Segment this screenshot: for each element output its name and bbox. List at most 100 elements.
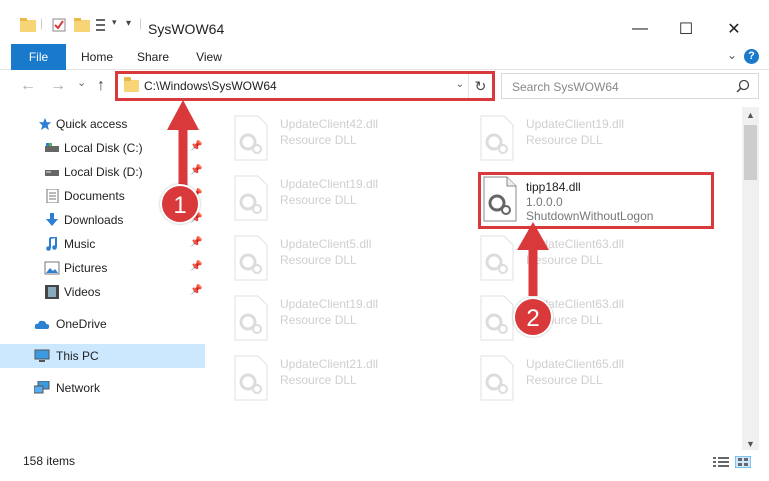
file-name: UpdateClient19.dll bbox=[526, 117, 625, 131]
search-icon[interactable] bbox=[736, 79, 750, 93]
file-name: UpdateClient21.dll bbox=[280, 357, 379, 371]
dll-file-icon bbox=[480, 235, 514, 281]
search-input[interactable]: Search SysWOW64 bbox=[512, 80, 619, 94]
file-item[interactable]: UpdateClient5.dll Resource DLL bbox=[222, 229, 458, 289]
minimize-button[interactable]: — bbox=[617, 14, 663, 44]
up-button[interactable]: ↑ bbox=[97, 77, 105, 95]
help-icon[interactable]: ? bbox=[744, 49, 759, 64]
folder-icon bbox=[124, 77, 139, 92]
sidebar-item-quick-access[interactable]: Quick access bbox=[0, 112, 205, 136]
sidebar-item-label: Pictures bbox=[64, 261, 108, 275]
file-item[interactable]: UpdateClient19.dll Resource DLL bbox=[222, 289, 458, 349]
file-item[interactable]: UpdateClient19.dll Resource DLL bbox=[468, 109, 704, 169]
recent-locations-icon[interactable]: ⌄ bbox=[77, 76, 86, 89]
status-bar: 158 items bbox=[0, 450, 769, 472]
scroll-thumb[interactable] bbox=[744, 125, 757, 180]
file-item[interactable]: UpdateClient21.dll Resource DLL bbox=[222, 349, 458, 409]
drive-icon bbox=[45, 143, 59, 152]
file-type: Resource DLL bbox=[526, 253, 603, 267]
file-type: Resource DLL bbox=[280, 373, 357, 387]
cloud-icon bbox=[34, 320, 50, 329]
maximize-button[interactable]: ☐ bbox=[663, 14, 709, 44]
properties-icon[interactable] bbox=[52, 18, 66, 32]
item-count: 158 items bbox=[23, 454, 76, 468]
address-bar[interactable]: C:\Windows\SysWOW64 ⌄ ↻ bbox=[117, 73, 493, 99]
sidebar-item-local-disk-d[interactable]: Local Disk (D:) 📌 bbox=[0, 160, 205, 184]
file-item-tipp184[interactable]: tipp184.dll 1.0.0.0 ShutdownWithoutLogon bbox=[476, 172, 712, 232]
star-icon bbox=[38, 117, 52, 131]
toolbar-dropdown-icon[interactable]: ▾ bbox=[112, 17, 117, 28]
sidebar-item-label: Documents bbox=[64, 189, 125, 203]
scroll-up-icon[interactable]: ▲ bbox=[742, 107, 759, 124]
sidebar-item-this-pc[interactable]: This PC bbox=[0, 344, 205, 368]
file-list: UpdateClient42.dll Resource DLL UpdateCl… bbox=[210, 107, 742, 447]
file-type: Resource DLL bbox=[526, 133, 603, 147]
download-icon bbox=[46, 213, 58, 226]
file-item[interactable]: UpdateClient19.dll Resource DLL bbox=[222, 169, 458, 229]
dll-file-icon bbox=[480, 355, 514, 401]
pin-icon: 📌 bbox=[190, 237, 203, 248]
sidebar-item-pictures[interactable]: Pictures 📌 bbox=[0, 256, 205, 280]
sidebar-item-label: Local Disk (D:) bbox=[64, 165, 143, 179]
sidebar-item-onedrive[interactable]: OneDrive bbox=[0, 312, 205, 336]
sidebar-item-music[interactable]: Music 📌 bbox=[0, 232, 205, 256]
videos-icon bbox=[45, 285, 59, 299]
file-item[interactable]: UpdateClient63.dll Resource DLL bbox=[468, 229, 704, 289]
window-title: SysWOW64 bbox=[148, 21, 225, 37]
new-folder-icon[interactable] bbox=[74, 18, 90, 32]
tab-view[interactable]: View bbox=[186, 44, 232, 70]
sidebar-item-network[interactable]: Network bbox=[0, 376, 205, 400]
sidebar-item-local-disk-c[interactable]: Local Disk (C:) 📌 bbox=[0, 136, 205, 160]
file-item[interactable]: UpdateClient42.dll Resource DLL bbox=[222, 109, 458, 169]
file-name: tipp184.dll bbox=[526, 180, 581, 194]
pin-icon: 📌 bbox=[190, 261, 203, 272]
dll-file-icon bbox=[234, 175, 268, 221]
file-item[interactable]: UpdateClient63.dll Resource DLL bbox=[468, 289, 704, 349]
sidebar-item-videos[interactable]: Videos 📌 bbox=[0, 280, 205, 304]
forward-button[interactable]: → bbox=[50, 77, 66, 95]
vertical-scrollbar[interactable]: ▲ ▼ bbox=[742, 107, 759, 453]
dll-file-icon bbox=[234, 355, 268, 401]
pictures-icon bbox=[44, 261, 60, 275]
tab-home[interactable]: Home bbox=[72, 44, 122, 70]
separator: | bbox=[40, 16, 44, 30]
pin-icon: 📌 bbox=[190, 285, 203, 296]
file-version: 1.0.0.0 bbox=[526, 195, 563, 209]
address-path[interactable]: C:\Windows\SysWOW64 bbox=[144, 79, 277, 93]
pin-icon: 📌 bbox=[190, 141, 203, 152]
close-button[interactable]: ✕ bbox=[711, 14, 757, 44]
documents-icon bbox=[46, 189, 59, 203]
file-type: Resource DLL bbox=[280, 313, 357, 327]
search-box[interactable]: Search SysWOW64 bbox=[501, 73, 759, 99]
separator: | bbox=[139, 16, 143, 30]
large-icons-view-icon[interactable] bbox=[735, 456, 751, 468]
file-name: UpdateClient19.dll bbox=[280, 177, 379, 191]
expand-ribbon-icon[interactable]: ⌄ bbox=[727, 48, 737, 62]
sidebar-item-label: OneDrive bbox=[56, 317, 107, 331]
qat-menu-icon[interactable]: ▾ bbox=[126, 18, 131, 29]
annotation-marker-2: 2 bbox=[513, 297, 553, 337]
file-name: UpdateClient63.dll bbox=[526, 237, 625, 251]
sidebar-item-label: Local Disk (C:) bbox=[64, 141, 143, 155]
file-item[interactable]: UpdateClient65.dll Resource DLL bbox=[468, 349, 704, 409]
sidebar-item-label: Network bbox=[56, 381, 101, 395]
customize-toolbar-icon[interactable] bbox=[96, 18, 110, 32]
computer-icon bbox=[34, 349, 50, 362]
back-button[interactable]: ← bbox=[20, 77, 36, 95]
network-icon bbox=[34, 381, 50, 394]
details-view-icon[interactable] bbox=[713, 456, 729, 468]
file-type: Resource DLL bbox=[280, 133, 357, 147]
file-type: Resource DLL bbox=[280, 193, 357, 207]
refresh-button[interactable]: ↻ bbox=[468, 74, 492, 98]
file-name: UpdateClient65.dll bbox=[526, 357, 625, 371]
ribbon-tabs: File Home Share View ⌄ ? bbox=[0, 44, 769, 104]
folder-icon bbox=[20, 18, 36, 32]
address-dropdown-icon[interactable]: ⌄ bbox=[456, 79, 464, 90]
file-name: UpdateClient42.dll bbox=[280, 117, 379, 131]
tab-share[interactable]: Share bbox=[130, 44, 176, 70]
sidebar-item-label: This PC bbox=[56, 349, 99, 363]
file-name: UpdateClient5.dll bbox=[280, 237, 372, 251]
sidebar-item-label: Downloads bbox=[64, 213, 124, 227]
file-type: Resource DLL bbox=[280, 253, 357, 267]
music-icon bbox=[46, 237, 57, 251]
